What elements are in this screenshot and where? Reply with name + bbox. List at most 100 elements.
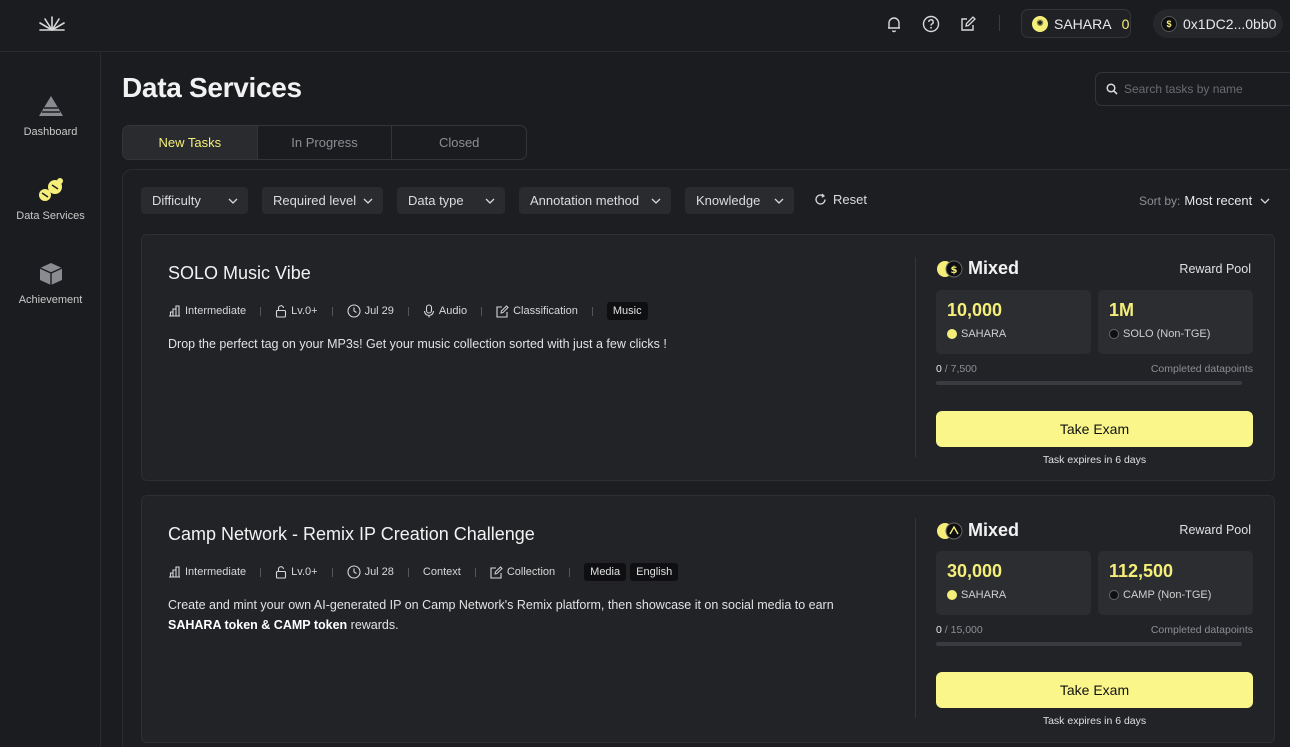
filter-difficulty[interactable]: Difficulty [141, 187, 248, 214]
task-card[interactable]: SOLO Music Vibe Intermediate Lv.0+ Jul 2… [141, 234, 1275, 481]
sidebar-item-achievement[interactable]: Achievement [0, 260, 101, 306]
task-tag: Music [606, 302, 648, 320]
reset-label: Reset [833, 192, 867, 207]
description-text-end: rewards. [347, 618, 399, 632]
progress-done: 0 [936, 624, 942, 636]
sidebar-item-label: Data Services [16, 210, 85, 222]
sidebar-item-dashboard[interactable]: Dashboard [0, 92, 101, 138]
reset-button[interactable]: Reset [814, 192, 867, 207]
task-method: Classification [513, 305, 578, 317]
tab-in-progress[interactable]: In Progress [258, 126, 393, 159]
take-exam-button[interactable]: Take Exam [936, 672, 1253, 708]
data-services-icon [36, 176, 66, 204]
chevron-down-icon [1260, 198, 1270, 204]
sidebar-item-label: Achievement [18, 294, 83, 306]
difficulty-icon [168, 566, 181, 578]
task-data-type: Audio [438, 305, 468, 317]
sort-dropdown[interactable]: Sort by: Most recent [1139, 193, 1270, 208]
sidebar-item-data-services[interactable]: Data Services [0, 176, 101, 222]
sahara-coin-icon: ✺ [1032, 15, 1048, 32]
progress-total: / 7,500 [944, 363, 977, 375]
description-text: Create and mint your own AI-generated IP… [168, 598, 834, 612]
task-method: Collection [506, 566, 556, 578]
task-card[interactable]: Camp Network - Remix IP Creation Challen… [141, 495, 1275, 743]
filter-label: Difficulty [152, 193, 201, 208]
reward-amount: 1M [1109, 300, 1135, 320]
reward-amount: 10,000 [947, 300, 1003, 320]
task-date: Jul 29 [364, 305, 394, 317]
progress-label: Completed datapoints [1150, 624, 1253, 636]
reward-token: SOLO (Non-TGE) [1123, 328, 1211, 340]
microphone-icon [423, 304, 435, 318]
chevron-down-icon [774, 198, 784, 204]
chevron-down-icon [485, 198, 495, 204]
reward-pool-label: Reward Pool [1179, 523, 1251, 537]
sahara-coin-icon [947, 329, 957, 339]
sahara-label: SAHARA [1054, 15, 1112, 32]
filter-label: Knowledge [696, 193, 761, 208]
take-exam-button[interactable]: Take Exam [936, 411, 1253, 447]
task-tag: Media [584, 563, 627, 581]
sidebar: Dashboard Data Services Achievement [0, 52, 101, 747]
wallet-address: 0x1DC2...0bb0 [1183, 15, 1277, 32]
filter-label: Data type [408, 193, 464, 208]
sort-label: Sort by: [1139, 193, 1181, 208]
edit-icon[interactable] [957, 13, 979, 35]
filter-required-level[interactable]: Required level [262, 187, 383, 214]
sahara-logo-icon[interactable] [36, 12, 68, 36]
task-level: Lv.0+ [291, 566, 318, 578]
chevron-down-icon [228, 198, 238, 204]
task-title: SOLO Music Vibe [168, 263, 311, 283]
search-input[interactable] [1124, 82, 1284, 96]
reward-type-label: Mixed [968, 520, 1020, 540]
progress-done: 0 [936, 363, 942, 375]
mixed-coins-icon: $ [936, 259, 964, 279]
progress-text: 0 / 7,500 Completed datapoints [936, 363, 1253, 375]
reward-box-camp: 112,500 CAMP (Non-TGE) [1098, 551, 1253, 615]
task-difficulty: Intermediate [185, 305, 247, 317]
filter-data-type[interactable]: Data type [397, 187, 505, 214]
task-expires: Task expires in 6 days [1042, 715, 1147, 727]
task-description: Drop the perfect tag on your MP3s! Get y… [168, 337, 667, 351]
filter-label: Required level [273, 193, 357, 208]
reward-type: Mixed [936, 520, 1019, 541]
progress-label: Completed datapoints [1150, 363, 1253, 375]
reward-box-sahara: 30,000 SAHARA [936, 551, 1091, 615]
search-box[interactable] [1095, 72, 1290, 106]
filter-annotation-method[interactable]: Annotation method [519, 187, 671, 214]
reward-token: CAMP (Non-TGE) [1123, 589, 1212, 601]
svg-text:$: $ [951, 265, 958, 276]
task-date: Jul 28 [364, 566, 394, 578]
filter-knowledge[interactable]: Knowledge [685, 187, 794, 214]
tab-new-tasks[interactable]: New Tasks [123, 126, 258, 159]
progress-total: / 15,000 [944, 624, 983, 636]
reward-token: SAHARA [961, 328, 1007, 340]
reward-box-solo: 1M SOLO (Non-TGE) [1098, 290, 1253, 354]
reward-amount: 30,000 [947, 561, 1003, 581]
help-icon[interactable] [920, 13, 942, 35]
wallet-avatar-icon: $ [1161, 15, 1177, 32]
card-divider [915, 518, 916, 718]
reward-token: SAHARA [961, 589, 1007, 601]
reward-pool-label: Reward Pool [1179, 262, 1251, 276]
chevron-down-icon [651, 198, 661, 204]
clock-icon [347, 304, 361, 318]
bell-icon[interactable] [883, 13, 905, 35]
reward-amount: 112,500 [1109, 561, 1174, 581]
wallet-button[interactable]: $ 0x1DC2...0bb0 [1153, 9, 1283, 38]
lock-icon [275, 304, 287, 318]
mixed-coins-icon [936, 521, 964, 541]
task-meta: Intermediate Lv.0+ Jul 29 Audio Classifi… [168, 302, 652, 320]
refresh-icon [814, 193, 827, 206]
task-expires: Task expires in 6 days [1042, 454, 1147, 466]
top-divider [999, 15, 1000, 31]
card-divider [915, 257, 916, 457]
tab-closed[interactable]: Closed [392, 126, 526, 159]
task-description: Create and mint your own AI-generated IP… [168, 595, 888, 635]
task-level: Lv.0+ [291, 305, 318, 317]
sahara-balance[interactable]: ✺ SAHARA 0 [1021, 9, 1131, 38]
task-data-type: Context [422, 566, 461, 578]
filter-label: Annotation method [530, 193, 640, 208]
sahara-coin-icon [947, 590, 957, 600]
task-meta: Intermediate Lv.0+ Jul 28 Context Collec… [168, 563, 682, 581]
